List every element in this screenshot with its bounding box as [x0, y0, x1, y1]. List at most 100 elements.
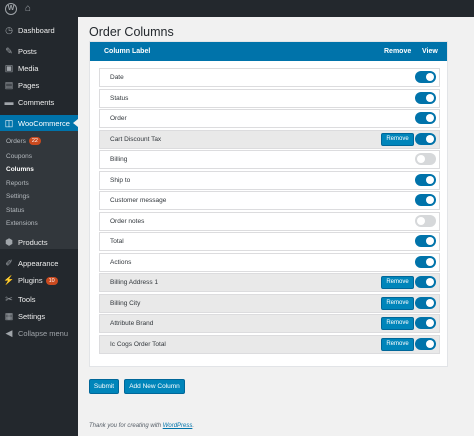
visibility-toggle[interactable]: [415, 317, 436, 329]
menu-plugins[interactable]: ⚡ Plugins 10: [0, 272, 78, 289]
submenu-reports[interactable]: Reports: [6, 177, 29, 189]
menu-label: Media: [18, 64, 39, 73]
remove-column-button[interactable]: Remove: [381, 132, 414, 146]
visibility-toggle[interactable]: [415, 214, 436, 227]
menu-label: Dashboard: [18, 26, 55, 35]
visibility-toggle[interactable]: [415, 112, 436, 124]
visibility-toggle[interactable]: [415, 276, 436, 288]
column-row[interactable]: Billing Address 1 Remove: [99, 273, 440, 292]
column-row[interactable]: Actions: [99, 252, 440, 272]
column-row[interactable]: Billing: [99, 150, 440, 169]
submenu-extensions[interactable]: Extensions: [6, 217, 38, 229]
orders-count-badge: 22: [28, 137, 41, 145]
submenu-coupons[interactable]: Coupons: [6, 150, 32, 162]
visibility-toggle[interactable]: [415, 91, 436, 104]
column-row[interactable]: Total: [99, 232, 440, 251]
remove-column-button[interactable]: Remove: [381, 276, 414, 289]
remove-header: Remove: [384, 48, 412, 55]
columns-panel: Column Label Remove View Date Status Order…: [89, 41, 448, 367]
submit-button[interactable]: Submit: [89, 379, 119, 394]
visibility-toggle[interactable]: [415, 296, 436, 309]
menu-label: Products: [18, 238, 48, 247]
footer-text: Thank you for creating with: [89, 423, 163, 429]
menu-comments[interactable]: ▬ Comments: [0, 94, 78, 111]
submenu-orders[interactable]: Orders 22: [6, 135, 41, 147]
column-row[interactable]: Date: [99, 68, 440, 87]
view-header: View: [422, 48, 438, 55]
footer-end: .: [192, 423, 195, 429]
submenu-status[interactable]: Status: [6, 204, 24, 216]
dashboard-icon: ◷: [5, 25, 13, 35]
remove-column-button[interactable]: Remove: [381, 337, 414, 351]
menu-label: Plugins: [18, 276, 43, 285]
plugin-icon: ⚡: [3, 275, 15, 285]
admin-sidebar: ◷ Dashboard ✎ Posts ▣ Media ▤ Pages ▬ Co…: [0, 17, 78, 436]
visibility-toggle[interactable]: [415, 132, 436, 145]
menu-dashboard[interactable]: ◷ Dashboard: [0, 22, 78, 39]
column-row[interactable]: Attribute Brand Remove: [99, 314, 440, 333]
column-row-label: Billing: [110, 156, 128, 163]
menu-media[interactable]: ▣ Media: [0, 60, 78, 77]
menu-appearance[interactable]: ✐ Appearance: [0, 255, 78, 272]
woo-icon: ◫: [4, 118, 14, 128]
menu-pages[interactable]: ▤ Pages: [0, 77, 78, 94]
column-row[interactable]: Order: [99, 109, 440, 128]
column-row-label: Order: [110, 115, 127, 122]
menu-collapse[interactable]: ◀ Collapse menu: [0, 325, 78, 342]
menu-posts[interactable]: ✎ Posts: [0, 43, 78, 60]
visibility-toggle[interactable]: [415, 235, 436, 247]
woocommerce-submenu: Orders 22 Coupons Columns Reports Settin…: [0, 131, 78, 249]
page-title: Order Columns: [89, 25, 174, 39]
column-row[interactable]: Customer message: [99, 191, 440, 210]
column-row[interactable]: Ship to: [99, 170, 440, 190]
collapse-icon: ◀: [5, 328, 13, 338]
plugins-update-badge: 10: [45, 276, 58, 285]
visibility-toggle[interactable]: [415, 194, 436, 206]
column-row-label: Attribute Brand: [110, 320, 154, 327]
pin-icon: ✎: [5, 46, 13, 56]
wordpress-logo-icon[interactable]: W: [5, 2, 17, 15]
menu-products[interactable]: ⬢ Products: [0, 234, 78, 251]
menu-label: WooCommerce: [18, 119, 70, 128]
column-row[interactable]: Order notes: [99, 211, 440, 231]
column-row[interactable]: Cart Discount Tax Remove: [99, 129, 440, 149]
menu-label: Pages: [18, 81, 40, 90]
column-row[interactable]: Ic Cogs Order Total Remove: [99, 334, 440, 354]
menu-label: Settings: [18, 312, 46, 321]
products-icon: ⬢: [5, 237, 13, 247]
column-row-label: Customer message: [110, 197, 167, 204]
brush-icon: ✐: [5, 258, 13, 268]
menu-label: Posts: [18, 47, 37, 56]
column-row-label: Actions: [110, 258, 132, 266]
column-row[interactable]: Billing City Remove: [99, 293, 440, 313]
visibility-toggle[interactable]: [415, 255, 436, 268]
menu-tools[interactable]: ✂ Tools: [0, 291, 78, 308]
submenu-settings[interactable]: Settings: [6, 190, 30, 202]
admin-bar: W ⌂: [0, 0, 474, 17]
visibility-toggle[interactable]: [415, 337, 436, 350]
visibility-toggle[interactable]: [415, 153, 436, 165]
column-row-label: Cart Discount Tax: [110, 135, 162, 143]
media-icon: ▣: [4, 63, 14, 73]
remove-column-button[interactable]: Remove: [381, 296, 414, 310]
submenu-columns[interactable]: Columns: [6, 163, 34, 175]
column-label-header: Column Label: [104, 48, 151, 55]
comment-icon: ▬: [4, 97, 14, 107]
home-icon[interactable]: ⌂: [25, 3, 31, 14]
visibility-toggle[interactable]: [415, 71, 436, 83]
wrench-icon: ✂: [5, 294, 13, 304]
settings-icon: ▦: [4, 311, 14, 321]
menu-label: Tools: [18, 295, 36, 304]
column-row-label: Billing City: [110, 299, 141, 307]
wordpress-link[interactable]: WordPress: [163, 423, 193, 429]
visibility-toggle[interactable]: [415, 173, 436, 186]
column-row[interactable]: Status: [99, 88, 440, 108]
menu-woocommerce[interactable]: ◫ WooCommerce: [0, 115, 78, 132]
menu-settings[interactable]: ▦ Settings: [0, 308, 78, 325]
menu-label: Collapse menu: [18, 329, 69, 338]
column-row-label: Ic Cogs Order Total: [110, 340, 166, 348]
menu-label: Appearance: [18, 259, 59, 268]
add-new-column-button[interactable]: Add New Column: [124, 379, 185, 394]
column-row-label: Billing Address 1: [110, 279, 159, 286]
remove-column-button[interactable]: Remove: [381, 317, 414, 330]
